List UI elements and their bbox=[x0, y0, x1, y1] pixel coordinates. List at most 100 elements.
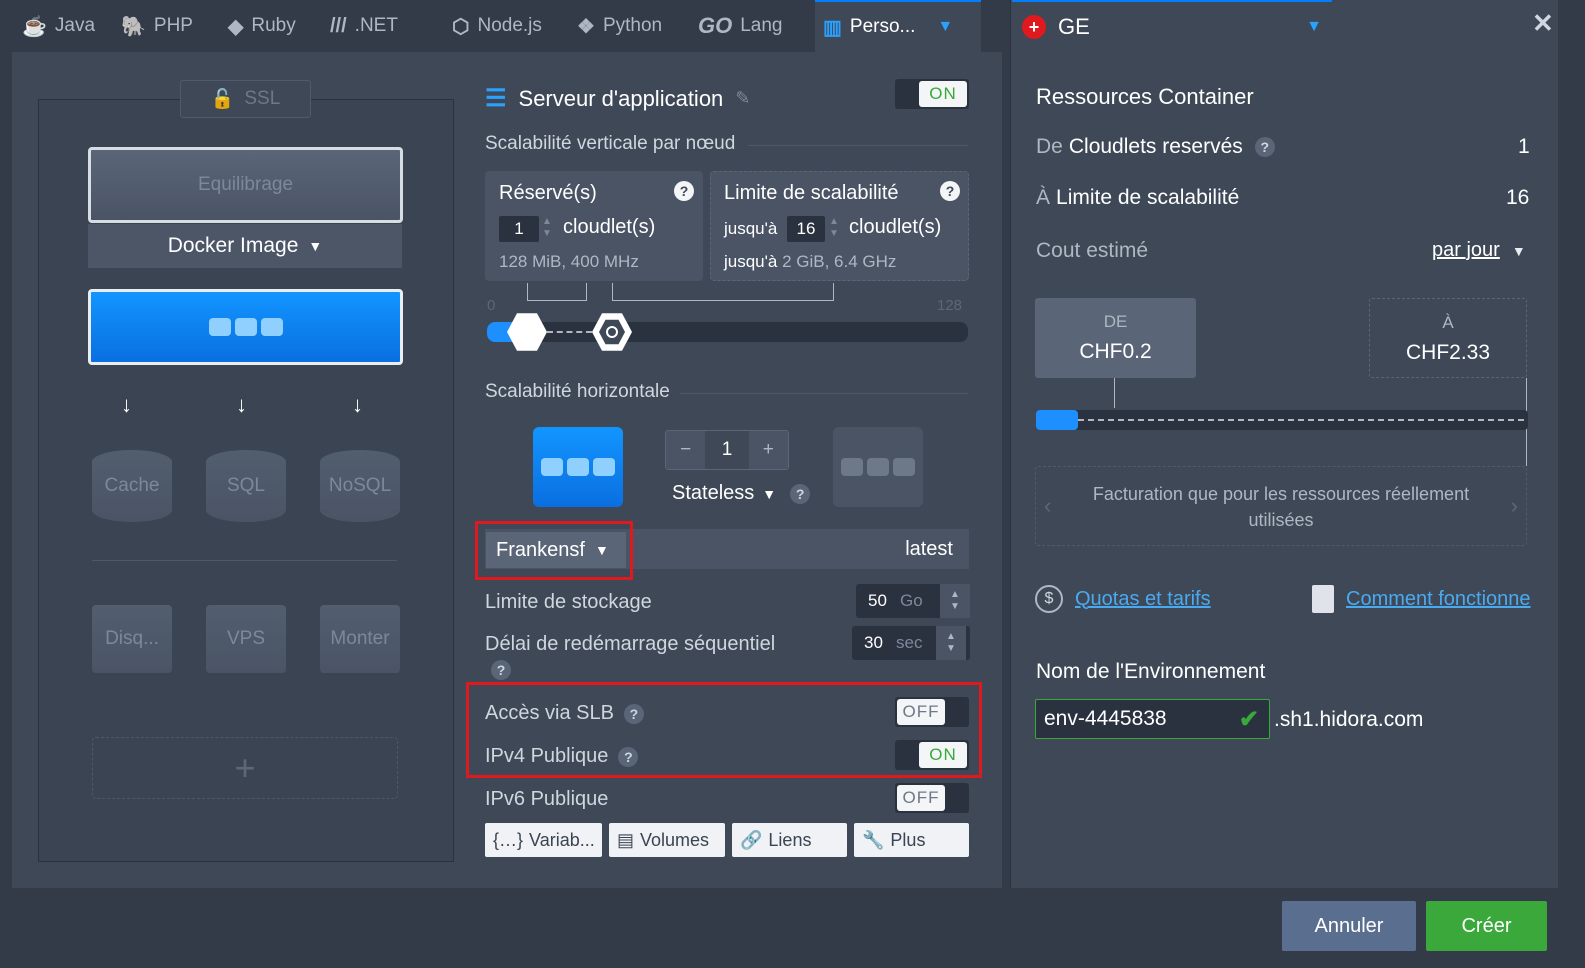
tab-php[interactable]: 🐘 PHP bbox=[121, 0, 193, 52]
menu-icon: ☰ bbox=[485, 85, 507, 112]
how-it-works-link[interactable]: Comment fonctionne bbox=[1312, 585, 1531, 613]
limit-connector bbox=[612, 283, 834, 301]
server-title: Serveur d'application bbox=[518, 85, 724, 111]
node-icon bbox=[541, 458, 615, 476]
sql-node[interactable]: SQL bbox=[206, 450, 286, 522]
disk-node[interactable]: Disq... bbox=[92, 605, 172, 673]
limit-input[interactable]: 16 bbox=[787, 216, 825, 242]
cloudlets-unit: cloudlet(s) bbox=[849, 216, 942, 238]
chevron-left-icon[interactable]: ‹ bbox=[1044, 493, 1051, 519]
arrow-down-icon: ↓ bbox=[352, 392, 363, 417]
links-button[interactable]: 🔗 Liens bbox=[732, 823, 847, 857]
slb-toggle[interactable]: OFF bbox=[895, 697, 969, 727]
region-selector[interactable]: + GE ▼ bbox=[1012, 0, 1332, 52]
limit-desc: jusqu'à 2 GiB, 6.4 GHz bbox=[724, 252, 897, 271]
caret-down-icon: ▼ bbox=[308, 238, 323, 254]
vps-node[interactable]: VPS bbox=[206, 605, 286, 673]
node-count-stepper[interactable]: − 1 + bbox=[665, 430, 789, 470]
help-icon[interactable]: ? bbox=[674, 181, 694, 201]
help-icon[interactable]: ? bbox=[491, 660, 511, 680]
docker-image-dropdown[interactable]: Docker Image ▼ bbox=[88, 224, 402, 268]
spinner-icon[interactable]: ▲ ▼ bbox=[940, 584, 970, 618]
dollar-icon: $ bbox=[1035, 585, 1063, 613]
restart-input[interactable]: 30 sec ▲ ▼ bbox=[852, 626, 970, 660]
server-toggle[interactable]: ON bbox=[895, 79, 969, 109]
node-count-value[interactable]: 1 bbox=[705, 431, 749, 469]
help-icon[interactable]: ? bbox=[618, 746, 639, 767]
tab-dotnet[interactable]: ///.NET bbox=[330, 0, 398, 52]
spinner-icon[interactable]: ▲ ▼ bbox=[829, 216, 839, 240]
java-icon: ☕ bbox=[22, 15, 47, 38]
cache-node[interactable]: Cache bbox=[92, 450, 172, 522]
help-icon[interactable]: ? bbox=[1254, 137, 1275, 157]
tab-python[interactable]: ❖ Python bbox=[577, 0, 662, 52]
chevron-down-icon[interactable]: ▼ bbox=[937, 18, 953, 36]
spinner-icon[interactable]: ▲ ▼ bbox=[542, 216, 552, 240]
tag-dropdown[interactable]: Frankensf ▼ bbox=[486, 532, 626, 568]
storage-input[interactable]: 50 Go ▲ ▼ bbox=[856, 584, 970, 618]
horizontal-node[interactable] bbox=[533, 427, 623, 507]
nosql-node[interactable]: NoSQL bbox=[320, 450, 400, 522]
close-icon[interactable]: ✕ bbox=[1532, 8, 1554, 39]
lock-icon: 🔓 bbox=[210, 89, 235, 110]
slider-min-label: 0 bbox=[487, 297, 496, 314]
minus-button[interactable]: − bbox=[666, 431, 706, 469]
more-button[interactable]: 🔧 Plus bbox=[854, 823, 969, 857]
limit-row: À Limite de scalabilité bbox=[1036, 186, 1240, 209]
go-icon: GO bbox=[698, 13, 733, 38]
tab-go[interactable]: GO Lang bbox=[698, 0, 783, 52]
chevron-right-icon[interactable]: › bbox=[1511, 493, 1518, 519]
tag-value[interactable]: latest bbox=[905, 538, 953, 561]
limit-upto: jusqu'à bbox=[724, 219, 778, 238]
php-icon: 🐘 bbox=[121, 15, 146, 38]
spinner-icon[interactable]: ▲ ▼ bbox=[936, 626, 966, 660]
tab-java[interactable]: ☕ Java bbox=[22, 0, 95, 52]
folder-icon: ▤ bbox=[617, 829, 635, 850]
stateless-dropdown[interactable]: Stateless ▼ ? bbox=[672, 482, 811, 505]
caret-down-icon: ▼ bbox=[594, 542, 609, 558]
help-icon[interactable]: ? bbox=[623, 703, 644, 724]
ruby-icon: ◆ bbox=[228, 15, 244, 38]
ipv6-toggle[interactable]: OFF bbox=[895, 783, 969, 813]
resources-title: Ressources Container bbox=[1036, 84, 1254, 109]
server-header: ☰ Serveur d'application ✎ bbox=[485, 84, 750, 113]
vertical-slider-track[interactable] bbox=[487, 322, 968, 342]
volumes-button[interactable]: ▤ Volumes bbox=[609, 823, 725, 857]
balancer-node[interactable]: Equilibrage bbox=[88, 147, 403, 223]
app-server-node[interactable] bbox=[88, 289, 403, 365]
billing-note: Facturation que pour les ressources réel… bbox=[1092, 484, 1470, 530]
ipv4-toggle[interactable]: ON bbox=[895, 740, 969, 770]
add-node-button[interactable]: + bbox=[92, 737, 398, 799]
caret-down-icon: ▼ bbox=[1511, 242, 1526, 259]
vertical-slider-range bbox=[547, 331, 592, 333]
cost-slider-fill bbox=[1036, 410, 1078, 430]
cost-slider-range bbox=[1078, 419, 1524, 421]
cost-slider-track bbox=[1036, 410, 1528, 430]
ipv4-row: IPv4 Publique? bbox=[485, 745, 639, 768]
cancel-button[interactable]: Annuler bbox=[1282, 901, 1416, 951]
quotas-link[interactable]: $ Quotas et tarifs bbox=[1035, 585, 1211, 613]
tab-nodejs[interactable]: ⬡ Node.js bbox=[452, 0, 542, 52]
limit-box: Limite de scalabilité ? jusqu'à 16 ▲ ▼ cl… bbox=[710, 171, 969, 281]
reserved-input[interactable]: 1 bbox=[499, 216, 539, 242]
help-icon[interactable]: ? bbox=[790, 483, 811, 504]
pencil-icon[interactable]: ✎ bbox=[735, 88, 750, 109]
resources-panel bbox=[1010, 0, 1558, 888]
mount-node[interactable]: Monter bbox=[320, 605, 400, 673]
horizontal-scaling-title: Scalabilité horizontale bbox=[485, 381, 670, 402]
env-name-input[interactable]: env-4445838 ✔ bbox=[1035, 699, 1270, 739]
tab-custom[interactable]: ▥ Perso... ▼ bbox=[815, 0, 981, 52]
create-button[interactable]: Créer bbox=[1426, 901, 1547, 951]
tab-ruby[interactable]: ◆ Ruby bbox=[228, 0, 296, 52]
chevron-down-icon: ▼ bbox=[1306, 18, 1322, 35]
caret-down-icon: ▼ bbox=[762, 485, 777, 502]
plus-button[interactable]: + bbox=[748, 431, 788, 469]
variables-button[interactable]: {…} Variab... bbox=[485, 823, 602, 857]
storage-label: Limite de stockage bbox=[485, 591, 652, 613]
help-icon[interactable]: ? bbox=[940, 181, 960, 201]
node-icon bbox=[208, 318, 283, 336]
horizontal-node-ghost bbox=[833, 427, 923, 507]
ssl-button[interactable]: 🔓 SSL bbox=[180, 80, 311, 118]
cloudlets-unit: cloudlet(s) bbox=[563, 216, 656, 238]
period-dropdown[interactable]: par jour ▼ bbox=[1432, 239, 1526, 262]
